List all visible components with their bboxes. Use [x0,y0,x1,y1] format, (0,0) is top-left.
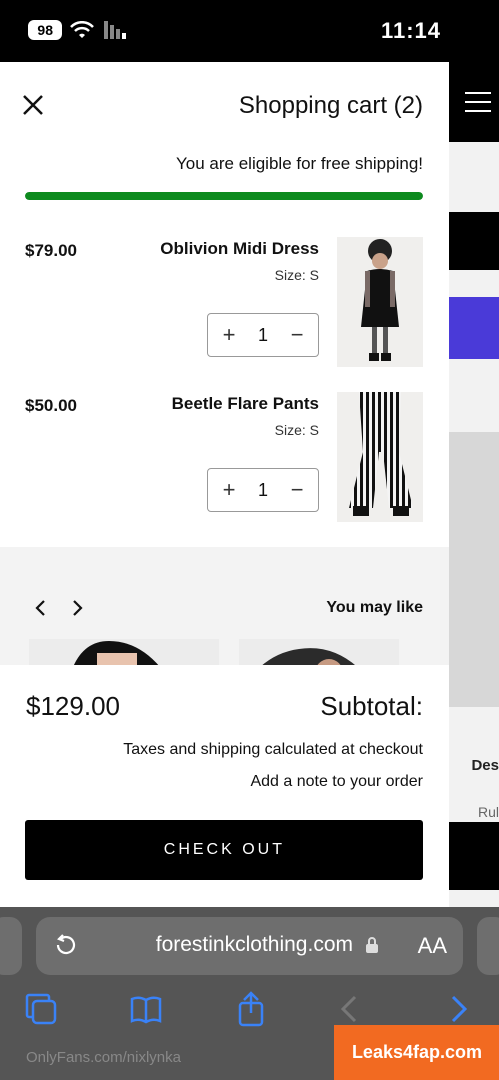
reco-product-card[interactable] [239,639,399,667]
share-icon [238,991,264,1027]
reco-prev-button[interactable] [66,597,88,619]
url-text[interactable]: forestinkclothing.com [156,933,353,957]
item-price: $50.00 [25,396,77,415]
shipping-progress-bar [25,192,423,200]
quantity-value[interactable]: 1 [258,480,268,501]
screen: 11:14 98 Des Rul Shopping cart (2) You a… [0,0,499,1080]
site-desc-label: Des [471,757,499,774]
background-site: Des Rul [449,62,499,907]
line-item: Oblivion Midi Dress Size: S $79.00 − 1 + [25,237,423,377]
increase-quantity-button[interactable]: + [218,477,240,502]
share-button[interactable] [233,991,269,1027]
line-item: Beetle Flare Pants Size: S $50.00 − 1 + [25,392,423,532]
cart-footer: Subtotal: $129.00 Taxes and shipping cal… [0,665,449,907]
site-rul-label: Rul [477,804,499,820]
item-name[interactable]: Beetle Flare Pants [172,394,319,414]
book-icon [130,996,162,1024]
lock-icon [365,936,379,959]
tabs-button[interactable] [23,991,59,1027]
recommendations-section: You may like [0,547,449,667]
site-dark-button[interactable] [449,822,499,890]
chevron-forward-icon [451,995,468,1023]
product-image-pants[interactable] [337,392,423,522]
tab-peek-left[interactable] [0,917,22,975]
site-purple-button[interactable] [449,297,499,359]
product-image-dress[interactable] [337,237,423,367]
free-shipping-message: You are eligible for free shipping! [176,154,423,173]
chevron-back-icon [340,995,357,1023]
reload-icon [56,934,76,955]
subtotal-value: $129.00 [26,691,120,721]
recommendations-title: You may like [326,599,423,616]
decrease-quantity-button[interactable]: − [286,322,308,347]
taxes-note: Taxes and shipping calculated at checkou… [123,741,423,758]
forward-button[interactable] [439,991,475,1027]
quantity-stepper: − 1 + [207,468,319,512]
site-gray-panel [449,432,499,707]
battery-indicator: 98 [28,20,62,40]
item-size: Size: S [274,267,319,283]
chevron-right-icon [35,600,45,616]
reco-next-button[interactable] [30,597,52,619]
status-bar: 11:14 98 [0,0,499,62]
reader-aa-button[interactable]: AA [418,933,447,959]
increase-quantity-button[interactable]: + [218,322,240,347]
hamburger-menu-icon[interactable] [465,92,491,112]
chevron-left-icon [73,600,83,616]
item-size: Size: S [274,422,319,438]
subtotal-label: Subtotal: [320,691,423,721]
reload-button[interactable] [52,931,80,964]
site-header [449,62,499,142]
tab-peek-right[interactable] [477,917,499,975]
shipping-progress-fill [25,192,423,200]
close-button[interactable] [18,90,48,120]
site-black-block [449,212,499,270]
back-button[interactable] [333,991,369,1027]
minus-icon: − [290,477,304,502]
item-name[interactable]: Oblivion Midi Dress [160,239,319,259]
checkout-button[interactable]: CHECK OUT [25,820,423,880]
watermark-text: OnlyFans.com/nixlynka [26,1049,182,1066]
status-icons: 98 [28,20,126,40]
item-price: $79.00 [25,241,77,260]
address-bar[interactable]: AA forestinkclothing.com [36,917,463,975]
reco-product-card[interactable] [29,639,219,667]
close-icon [23,95,43,115]
plus-icon: + [222,322,236,347]
wifi-icon [70,21,94,39]
signal-icon [102,21,126,39]
cart-title: Shopping cart (2) [238,92,423,119]
tabs-icon [25,993,57,1025]
cart-drawer: Shopping cart (2) You are eligible for f… [0,62,449,907]
quantity-stepper: − 1 + [207,313,319,357]
plus-icon: + [222,477,236,502]
quantity-value[interactable]: 1 [258,325,268,346]
cart-header: Shopping cart (2) [0,62,449,152]
minus-icon: − [290,322,304,347]
watermark-badge: Leaks4fap.com [334,1025,499,1080]
browser-bottom-bar: AA forestinkclothing.com Leaks4fap.com O… [0,907,499,1080]
status-time: 11:14 [380,18,441,43]
add-order-note-link[interactable]: Add a note to your order [250,773,423,791]
bookmarks-button[interactable] [128,991,164,1027]
decrease-quantity-button[interactable]: − [286,477,308,502]
